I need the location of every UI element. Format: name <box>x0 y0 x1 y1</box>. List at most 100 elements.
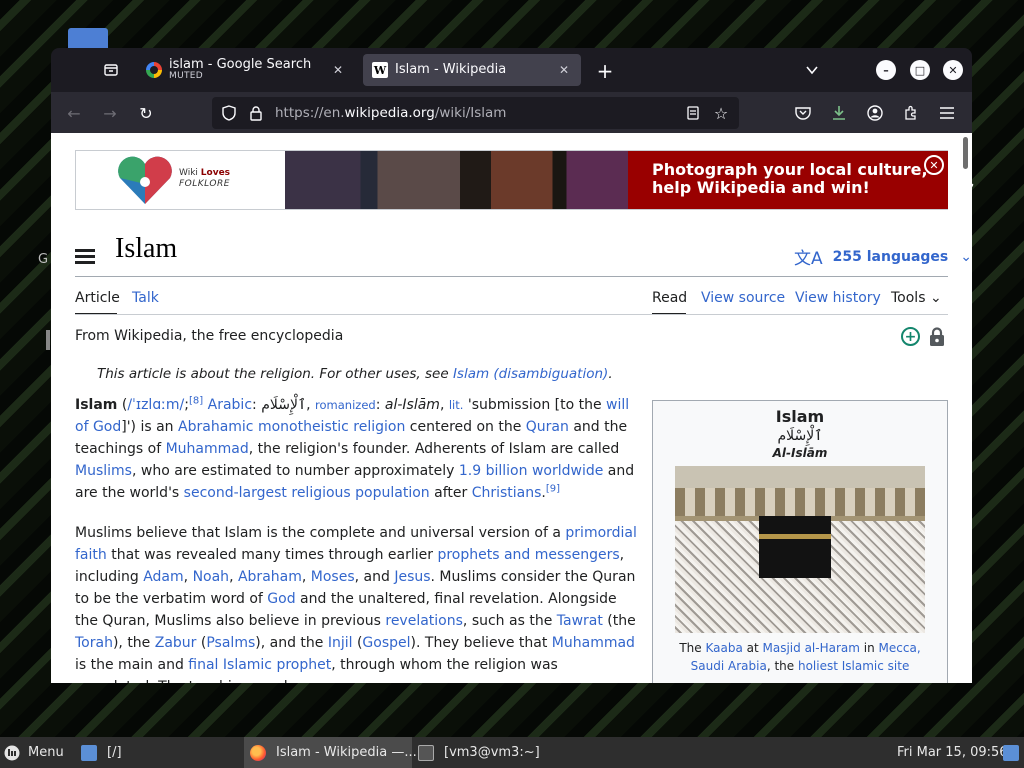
translate-icon: 文A <box>794 249 823 269</box>
banner-headline[interactable]: Photograph your local culture, help Wiki… <box>628 151 948 209</box>
site-tagline: From Wikipedia, the free encyclopedia <box>75 328 344 344</box>
infobox-image-kaaba[interactable] <box>675 466 925 633</box>
text: ( <box>196 635 207 651</box>
tab-google-search[interactable]: islam - Google Search MUTED ✕ <box>137 54 355 86</box>
tools-menu[interactable]: Tools ⌄ <box>891 290 942 306</box>
tab-talk[interactable]: Talk <box>132 290 159 306</box>
text: , the religion's founder. Adherents of I… <box>248 441 620 457</box>
list-all-tabs-icon[interactable] <box>801 59 823 81</box>
minimize-button[interactable]: – <box>876 60 896 80</box>
link-arabic[interactable]: Arabic <box>208 397 252 413</box>
desktop-folder-icon[interactable] <box>68 28 108 50</box>
protection-lock-icon[interactable] <box>929 327 945 347</box>
page-viewport: Wiki Loves FOLKLORE Photograph your loca… <box>51 133 972 683</box>
account-icon[interactable] <box>864 102 886 124</box>
google-icon <box>146 62 162 78</box>
arabic-text: ٱلْإِسْلَام <box>261 397 307 413</box>
clock[interactable]: Fri Mar 15, 09:56 <box>897 737 1008 768</box>
infobox-caption: The Kaaba at Masjid al-Haram in Mecca, S… <box>665 639 935 675</box>
text: is the main and <box>75 657 189 673</box>
start-menu-button[interactable]: Menu <box>4 737 64 768</box>
downloads-icon[interactable] <box>828 102 850 124</box>
link-masjid-al-haram[interactable]: Masjid al-Haram <box>763 641 860 655</box>
languages-button[interactable]: 文A 255 languages ⌄ <box>794 244 972 270</box>
link-moses[interactable]: Moses <box>311 569 355 585</box>
reader-view-icon[interactable] <box>683 103 703 123</box>
infobox-transliteration: Al-Islām <box>772 446 828 460</box>
link-god[interactable]: God <box>267 591 295 607</box>
link-holiest-site[interactable]: holiest Islamic site <box>798 659 909 673</box>
forward-arrow-icon[interactable]: → <box>99 102 121 124</box>
vertical-scrollbar[interactable] <box>963 137 968 169</box>
taskbar-file-manager[interactable]: [/] <box>81 737 122 768</box>
link-kaaba[interactable]: Kaaba <box>705 641 742 655</box>
banner-close-icon[interactable]: ✕ <box>924 155 944 175</box>
firefox-icon <box>250 744 266 761</box>
text: : <box>375 397 385 413</box>
extensions-icon[interactable] <box>900 102 922 124</box>
link-adam[interactable]: Adam <box>143 569 183 585</box>
page-title: Islam <box>115 233 178 264</box>
pocket-icon[interactable] <box>792 102 814 124</box>
link-gospel[interactable]: Gospel <box>362 635 410 651</box>
link-revelations[interactable]: revelations <box>385 613 463 629</box>
link-abrahamic-religion[interactable]: Abrahamic monotheistic religion <box>178 419 405 435</box>
link-islam-disambiguation[interactable]: Islam (disambiguation) <box>453 366 608 382</box>
link-ipa[interactable]: /ˈɪzlɑːm/ <box>127 397 184 413</box>
tools-label: Tools <box>891 290 926 306</box>
languages-label: 255 languages <box>832 248 949 265</box>
link-final-prophet[interactable]: final Islamic prophet <box>188 657 331 673</box>
tab-view-history[interactable]: View history <box>795 290 881 306</box>
taskbar-terminal[interactable]: [vm3@vm3:~] <box>418 737 540 768</box>
link-second-largest[interactable]: second-largest religious population <box>184 485 430 501</box>
link-muslims[interactable]: Muslims <box>75 463 132 479</box>
firefox-view-icon[interactable] <box>101 60 121 80</box>
close-window-button[interactable]: ✕ <box>943 60 963 80</box>
back-arrow-icon[interactable]: ← <box>63 102 85 124</box>
menu-hamburger-icon[interactable] <box>936 102 958 124</box>
link-romanized[interactable]: romanized <box>315 398 376 412</box>
url-path: /wiki/Islam <box>434 105 507 121</box>
link-torah[interactable]: Torah <box>75 635 113 651</box>
good-article-plus-icon[interactable]: + <box>901 327 920 346</box>
link-psalms[interactable]: Psalms <box>206 635 255 651</box>
reload-icon[interactable]: ↻ <box>135 102 157 124</box>
tab-text: islam - Google Search MUTED <box>169 58 327 82</box>
citation-9[interactable]: [9] <box>546 483 560 494</box>
tab-close-icon[interactable]: ✕ <box>327 59 349 81</box>
link-abraham[interactable]: Abraham <box>238 569 302 585</box>
tab-read[interactable]: Read <box>652 290 687 306</box>
lock-icon[interactable] <box>246 103 266 123</box>
link-injil[interactable]: Injil <box>328 635 353 651</box>
tab-view-source[interactable]: View source <box>701 290 785 306</box>
table-of-contents-icon[interactable] <box>75 246 95 266</box>
link-noah[interactable]: Noah <box>193 569 230 585</box>
link-prophets[interactable]: prophets and messengers <box>437 547 619 563</box>
link-zabur[interactable]: Zabur <box>155 635 197 651</box>
link-jesus[interactable]: Jesus <box>394 569 430 585</box>
url-bar[interactable]: https://en.wikipedia.org/wiki/Islam ☆ <box>212 97 739 129</box>
new-tab-icon[interactable]: + <box>594 59 616 83</box>
link-lit[interactable]: lit. <box>449 398 464 412</box>
tab-close-icon[interactable]: ✕ <box>553 59 575 81</box>
link-tawrat[interactable]: Tawrat <box>557 613 603 629</box>
url-text[interactable]: https://en.wikipedia.org/wiki/Islam <box>275 105 506 121</box>
link-muhammad[interactable]: Muhammad <box>552 635 635 651</box>
tab-wikipedia[interactable]: W Islam - Wikipedia ✕ <box>363 54 581 86</box>
text: at <box>742 641 763 655</box>
wiki-loves-folklore-banner[interactable]: Wiki Loves FOLKLORE Photograph your loca… <box>75 150 948 210</box>
tab-article[interactable]: Article <box>75 290 120 306</box>
citation-8[interactable]: [8] <box>189 395 203 406</box>
navigation-toolbar: ← → ↻ https://en.wikipedia.org/wiki/Isla… <box>51 92 972 133</box>
shield-icon[interactable] <box>219 103 239 123</box>
link-quran[interactable]: Quran <box>526 419 569 435</box>
infobox-title: Islam <box>775 407 825 426</box>
taskbar-firefox[interactable]: Islam - Wikipedia —... <box>244 737 417 768</box>
wordmark-folklore: FOLKLORE <box>179 179 230 190</box>
link-christians[interactable]: Christians <box>472 485 542 501</box>
link-muhammad[interactable]: Muhammad <box>166 441 249 457</box>
link-1-9-billion[interactable]: 1.9 billion worldwide <box>459 463 603 479</box>
bookmark-star-icon[interactable]: ☆ <box>711 103 731 123</box>
maximize-button[interactable]: □ <box>910 60 930 80</box>
show-desktop-button[interactable] <box>1003 737 1019 768</box>
